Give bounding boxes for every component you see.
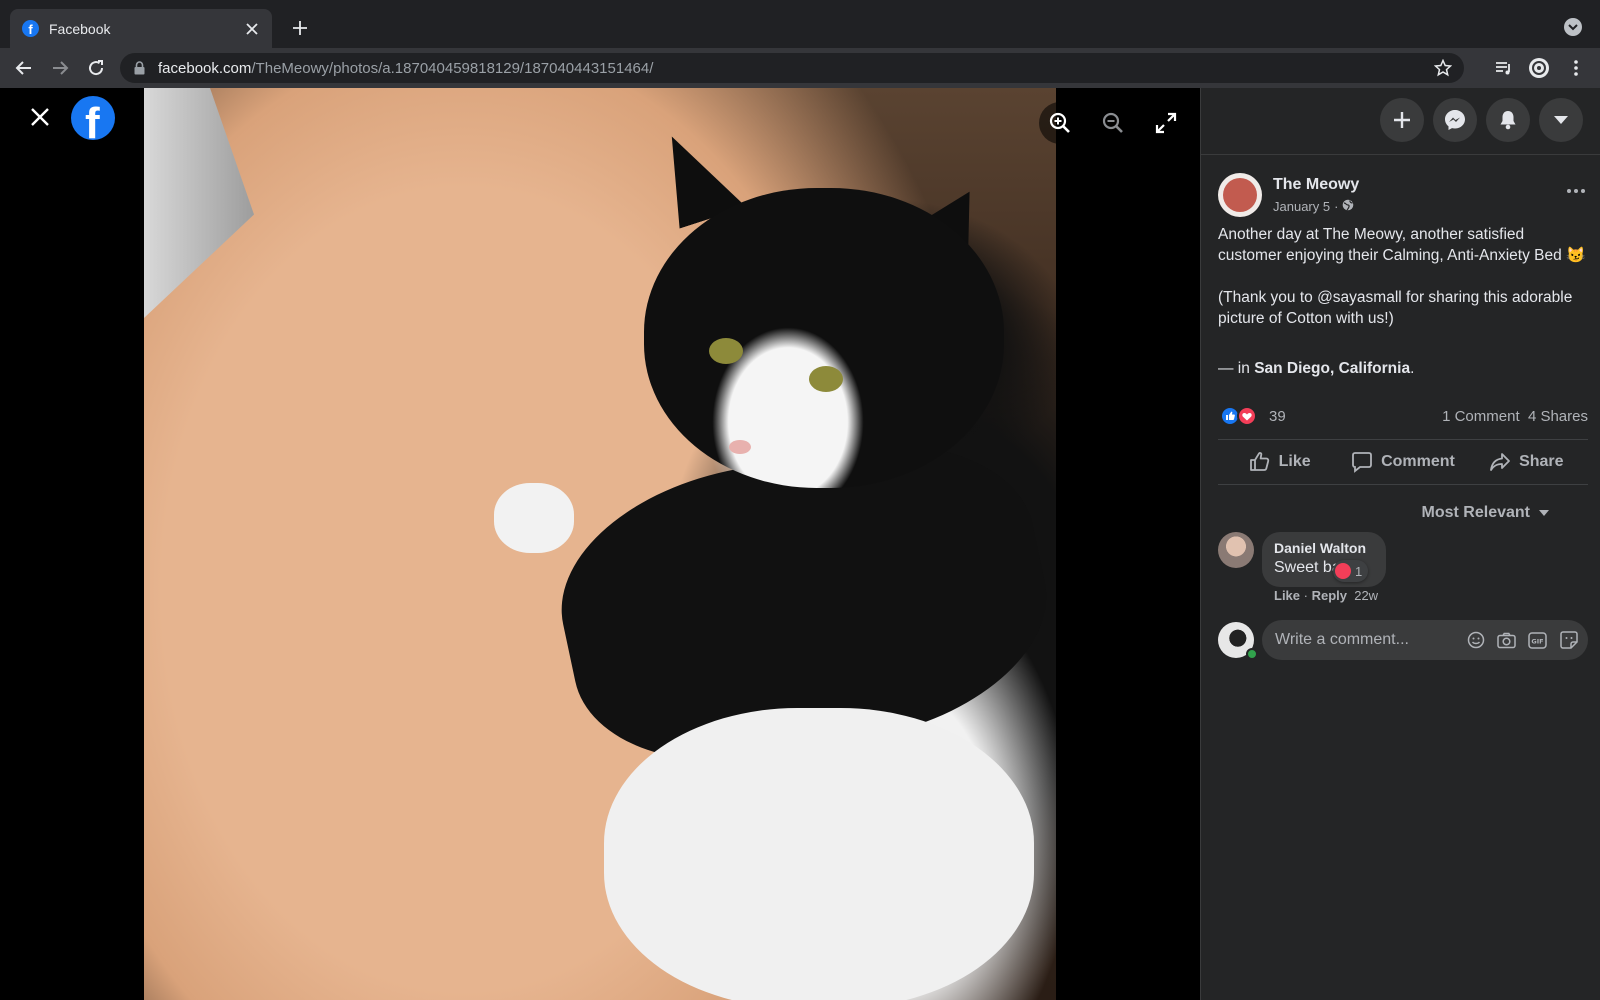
- comments-shares-counts: 1 Comment 4 Shares: [1442, 408, 1588, 425]
- location-suffix: .: [1410, 360, 1415, 377]
- create-plus-icon[interactable]: [1380, 98, 1424, 142]
- comment-meta: Like · Reply 22w: [1274, 588, 1378, 603]
- fullscreen-icon[interactable]: [1145, 102, 1187, 144]
- facebook-logo-icon[interactable]: f: [71, 96, 115, 140]
- camera-icon[interactable]: [1497, 631, 1516, 650]
- tab-close-icon[interactable]: [242, 19, 262, 39]
- new-tab-icon[interactable]: [288, 16, 312, 40]
- post-options-icon[interactable]: [1564, 179, 1588, 203]
- post-date-line: January 5 ·: [1273, 199, 1354, 214]
- post-text-paragraph: Another day at The Meowy, another satisf…: [1218, 226, 1586, 264]
- browser-tab-bar: f Facebook: [0, 0, 1600, 48]
- comment-sort-label: Most Relevant: [1421, 504, 1530, 521]
- svg-text:GIF: GIF: [1531, 637, 1543, 645]
- thumbs-up-icon: [1249, 452, 1269, 471]
- close-viewer-icon[interactable]: [28, 105, 52, 129]
- online-status-dot: [1246, 648, 1258, 660]
- share-arrow-icon: [1490, 453, 1510, 471]
- media-playlist-icon[interactable]: [1492, 56, 1516, 80]
- tab-title: Facebook: [49, 20, 111, 37]
- comment-input-placeholder: Write a comment...: [1275, 631, 1409, 648]
- url-text[interactable]: facebook.com/TheMeowy/photos/a.187040459…: [158, 60, 653, 77]
- post-location: — in San Diego, California.: [1218, 360, 1414, 378]
- back-icon[interactable]: [12, 56, 36, 80]
- browser-menu-icon[interactable]: [1564, 56, 1588, 80]
- love-reaction-icon: [1237, 406, 1257, 426]
- zoom-out-icon[interactable]: [1092, 102, 1134, 144]
- url-domain: facebook.com: [158, 59, 252, 77]
- comment-bubble-icon: [1352, 452, 1372, 473]
- share-label: Share: [1519, 453, 1564, 470]
- commenter-avatar[interactable]: [1218, 532, 1254, 568]
- post-photo[interactable]: [144, 88, 1056, 1000]
- like-button[interactable]: Like: [1218, 440, 1341, 484]
- photo-cat-head: [644, 188, 1004, 488]
- comment-reply-link[interactable]: Reply: [1312, 588, 1347, 603]
- commenter-name[interactable]: Daniel Walton: [1274, 540, 1372, 556]
- comment-like-link[interactable]: Like: [1274, 588, 1300, 603]
- page-avatar[interactable]: [1218, 173, 1262, 217]
- comment-input[interactable]: Write a comment... GIF: [1262, 620, 1588, 660]
- love-reaction-icon: [1335, 563, 1351, 579]
- reaction-icons[interactable]: [1220, 406, 1264, 428]
- comment-button[interactable]: Comment: [1341, 440, 1464, 484]
- comment-reaction-badge[interactable]: 1: [1333, 560, 1369, 582]
- zoom-in-icon[interactable]: [1039, 102, 1081, 144]
- comment-composer: Write a comment... GIF: [1218, 620, 1588, 660]
- photo-cat-nose: [729, 440, 751, 454]
- comments-count[interactable]: 1 Comment: [1442, 408, 1520, 425]
- globe-privacy-icon[interactable]: [1342, 199, 1354, 214]
- comment-reaction-count: 1: [1355, 563, 1363, 579]
- browser-toolbar: facebook.com/TheMeowy/photos/a.187040459…: [0, 48, 1600, 88]
- post-text-paragraph: (Thank you to @sayasmall for sharing thi…: [1218, 289, 1573, 327]
- photo-cat-eye-left: [709, 338, 743, 364]
- date-separator: ·: [1334, 199, 1339, 214]
- url-path: /TheMeowy/photos/a.187040459818129/18704…: [251, 59, 654, 77]
- location-link[interactable]: San Diego, California: [1254, 360, 1410, 377]
- address-bar[interactable]: facebook.com/TheMeowy/photos/a.187040459…: [120, 53, 1464, 83]
- comment-sort-dropdown[interactable]: Most Relevant: [1422, 504, 1550, 522]
- browser-tab[interactable]: f Facebook: [10, 9, 272, 48]
- photo-wall-detail: [144, 88, 254, 318]
- post-text: Another day at The Meowy, another satisf…: [1218, 224, 1588, 329]
- extension-icon[interactable]: [1527, 56, 1551, 80]
- messenger-icon[interactable]: [1433, 98, 1477, 142]
- panel-header: [1201, 88, 1600, 155]
- tab-search-icon[interactable]: [1564, 18, 1582, 36]
- gif-icon[interactable]: GIF: [1528, 631, 1547, 650]
- comment-label: Comment: [1381, 453, 1455, 470]
- forward-icon[interactable]: [48, 56, 72, 80]
- photo-cat-paw: [494, 483, 574, 553]
- share-button[interactable]: Share: [1465, 440, 1588, 484]
- reaction-count[interactable]: 39: [1269, 408, 1286, 425]
- like-label: Like: [1278, 453, 1311, 470]
- reload-icon[interactable]: [84, 56, 108, 80]
- post-stats: 39 1 Comment 4 Shares: [1218, 406, 1588, 428]
- photo-cat-belly: [604, 708, 1034, 1000]
- post-header: The Meowy January 5 ·: [1218, 173, 1588, 219]
- photo-cat-eye-right: [809, 366, 843, 392]
- emoji-icon[interactable]: [1466, 631, 1485, 650]
- post-side-panel: The Meowy January 5 · Another day at The…: [1200, 88, 1600, 1000]
- facebook-favicon-icon: f: [22, 20, 39, 37]
- the-meowy-logo-icon: [1223, 178, 1257, 212]
- comment-time[interactable]: 22w: [1354, 588, 1378, 603]
- bookmark-star-icon[interactable]: [1433, 58, 1453, 77]
- meta-separator: ·: [1300, 588, 1312, 603]
- location-prefix: — in: [1218, 360, 1255, 377]
- sticker-icon[interactable]: [1559, 631, 1578, 650]
- notifications-bell-icon[interactable]: [1486, 98, 1530, 142]
- photo-viewer: f: [0, 88, 1200, 1000]
- post-date[interactable]: January 5: [1273, 199, 1330, 214]
- account-menu-caret-icon[interactable]: [1539, 98, 1583, 142]
- facebook-logo-letter: f: [85, 99, 100, 141]
- comment-bubble: Daniel Walton Sweet baby: [1262, 532, 1386, 587]
- composer-icons: GIF: [1466, 631, 1588, 650]
- post-actions: Like Comment Share: [1218, 439, 1588, 485]
- page-name-link[interactable]: The Meowy: [1273, 176, 1359, 194]
- shares-count[interactable]: 4 Shares: [1528, 408, 1588, 425]
- lock-icon[interactable]: [134, 61, 146, 75]
- caret-down-icon: [1539, 510, 1549, 516]
